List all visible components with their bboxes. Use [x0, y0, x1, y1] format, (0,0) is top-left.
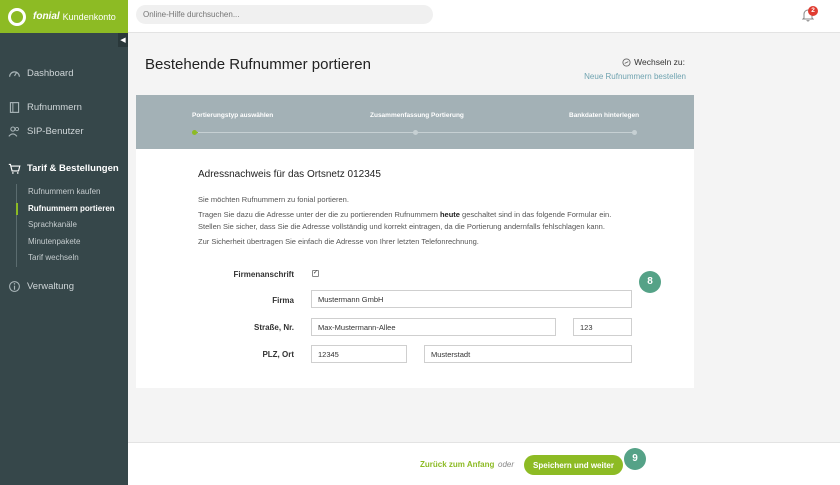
firmenanschrift-checkbox[interactable]: ✓	[312, 270, 319, 277]
hint-text: Zur Sicherheit übertragen Sie einfach di…	[198, 237, 479, 246]
porting-card: Portierungstyp auswählen Zusammenfassung…	[136, 95, 694, 388]
step-label-1: Portierungstyp auswählen	[192, 112, 274, 119]
sidebar-item-label: Verwaltung	[27, 281, 75, 292]
step-dot-2	[413, 130, 418, 135]
sidebar-item-sip-benutzer[interactable]: SIP-Benutzer	[0, 121, 128, 141]
speedometer-icon	[9, 70, 20, 77]
step-dot-3	[632, 130, 637, 135]
sidebar-item-label: SIP-Benutzer	[27, 125, 84, 137]
plz-field[interactable]	[311, 345, 407, 363]
instruction-text-part: geschaltet sind in das folgende Formular…	[459, 210, 612, 219]
plz-ort-label: PLZ, Ort	[262, 350, 294, 359]
notification-badge: 2	[808, 6, 818, 16]
sidebar-collapse-button[interactable]: ◀	[118, 33, 128, 47]
firmenanschrift-label: Firmenanschrift	[233, 270, 294, 279]
sidebar-item-dashboard[interactable]: Dashboard	[0, 63, 128, 83]
subnav-item-rufnummern-kaufen[interactable]: Rufnummern kaufen	[17, 184, 128, 201]
step-label-3: Bankdaten hinterlegen	[569, 112, 640, 119]
phonebook-icon	[9, 101, 20, 113]
section-title: Adressnachweis für das Ortsnetz 012345	[198, 169, 381, 180]
ort-field[interactable]	[424, 345, 632, 363]
subnav-item-rufnummern-portieren[interactable]: Rufnummern portieren	[16, 201, 128, 218]
step-badge-9: 9	[624, 448, 646, 470]
intro-text: Sie möchten Rufnummern zu fonial portier…	[198, 195, 349, 204]
instruction-text-emphasis: heute	[439, 210, 460, 219]
switch-icon	[622, 57, 631, 67]
warning-text: Stellen Sie sicher, dass Sie die Adresse…	[198, 222, 605, 231]
sidebar-nav: Dashboard Rufnummern SIP-Benutzer Tarif …	[0, 63, 128, 297]
sidebar-item-tarif-bestellungen[interactable]: Tarif & Bestellungen	[0, 158, 128, 178]
brand-sub: Kundenkonto	[62, 11, 116, 22]
switch-label: Wechseln zu:	[622, 57, 685, 67]
search-input[interactable]	[136, 5, 433, 24]
sidebar-item-verwaltung[interactable]: Verwaltung	[0, 277, 128, 297]
subnav-item-sprachkanaele[interactable]: Sprachkanäle	[17, 217, 128, 234]
switch-label-text: Wechseln zu:	[634, 57, 685, 67]
or-separator: oder	[498, 460, 515, 469]
step-label-2: Zusammenfassung Portierung	[370, 112, 464, 119]
strasse-field[interactable]	[311, 318, 556, 336]
brand[interactable]: fonial Kundenkonto	[0, 0, 128, 33]
strasse-label: Straße, Nr.	[253, 323, 294, 332]
back-to-start-link[interactable]: Zurück zum Anfang	[420, 460, 494, 469]
hausnummer-field[interactable]	[573, 318, 632, 336]
sidebar-subnav: Rufnummern kaufen Rufnummern portieren S…	[16, 184, 128, 267]
fonial-logo-icon	[8, 7, 26, 26]
save-and-continue-button[interactable]: Speichern und weiter	[524, 455, 623, 475]
sidebar-item-rufnummern[interactable]: Rufnummern	[0, 97, 128, 117]
step-dot-1	[192, 130, 197, 135]
brand-name: fonial	[33, 11, 60, 22]
topbar: 2	[128, 0, 840, 33]
subnav-item-minutenpakete[interactable]: Minutenpakete	[17, 234, 128, 251]
sidebar-item-label: Tarif & Bestellungen	[27, 162, 119, 174]
page-title: Bestehende Rufnummer portieren	[145, 56, 371, 73]
subnav-item-tarif-wechseln[interactable]: Tarif wechseln	[17, 250, 128, 267]
firma-field[interactable]	[311, 290, 632, 308]
sidebar: fonial Kundenkonto ◀ Dashboard Rufnummer…	[0, 0, 128, 485]
instruction-text: Tragen Sie dazu die Adresse unter der di…	[198, 210, 611, 219]
footer-bar: Zurück zum Anfang oder Speichern und wei…	[128, 442, 840, 485]
stepper: Portierungstyp auswählen Zusammenfassung…	[136, 95, 694, 149]
instruction-text-part: Tragen Sie dazu die Adresse unter der di…	[198, 210, 440, 219]
info-icon	[9, 281, 20, 292]
cart-icon	[8, 163, 21, 174]
sidebar-item-label: Rufnummern	[27, 101, 82, 113]
switch-link-new-numbers[interactable]: Neue Rufnummern bestellen	[584, 72, 686, 81]
sidebar-item-label: Dashboard	[27, 67, 74, 79]
step-badge-8: 8	[639, 271, 661, 293]
firma-label: Firma	[272, 296, 294, 305]
users-icon	[8, 126, 20, 137]
